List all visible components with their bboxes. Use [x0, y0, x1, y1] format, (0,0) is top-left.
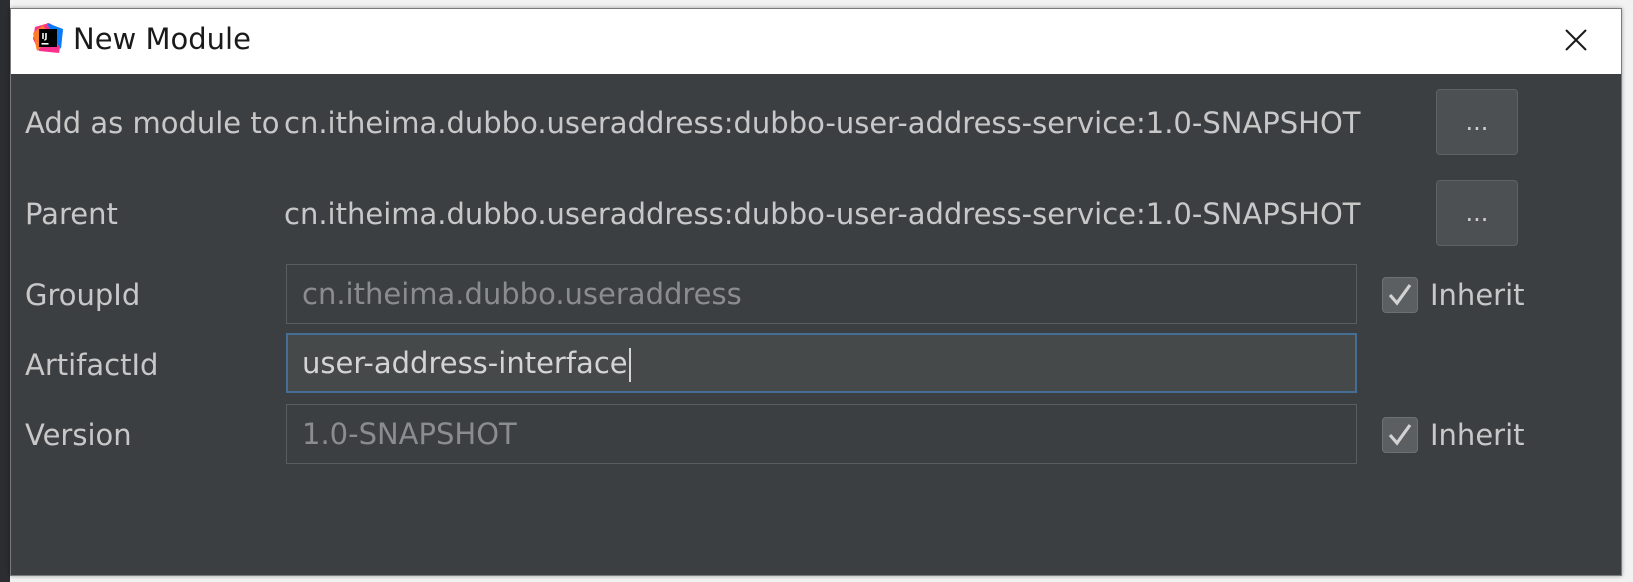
artifact-id-field[interactable]: user-address-interface	[286, 333, 1357, 393]
artifact-id-value: user-address-interface	[302, 346, 628, 380]
group-id-field[interactable]: cn.itheima.dubbo.useraddress	[286, 264, 1357, 324]
group-id-inherit-label: Inherit	[1430, 278, 1525, 312]
artifact-id-label: ArtifactId	[25, 348, 159, 382]
add-as-module-value: cn.itheima.dubbo.useraddress:dubbo-user-…	[284, 106, 1361, 140]
add-as-module-label: Add as module to	[25, 106, 280, 140]
close-button[interactable]	[1531, 9, 1621, 74]
version-inherit-checkbox[interactable]: Inherit	[1382, 415, 1525, 455]
version-label: Version	[25, 418, 132, 452]
checkbox-checked-icon	[1382, 277, 1418, 313]
parent-label: Parent	[25, 197, 118, 231]
svg-text:IJ: IJ	[42, 32, 48, 41]
parent-value: cn.itheima.dubbo.useraddress:dubbo-user-…	[284, 197, 1361, 231]
version-field[interactable]: 1.0-SNAPSHOT	[286, 404, 1357, 464]
intellij-idea-icon: IJ	[33, 23, 63, 53]
version-inherit-label: Inherit	[1430, 418, 1525, 452]
dialog-title: New Module	[73, 22, 251, 56]
close-icon	[1565, 28, 1587, 55]
new-module-dialog: IJ New Module Add as module to cn.itheim…	[10, 8, 1622, 576]
title-bar: IJ New Module	[11, 9, 1621, 74]
add-as-module-browse-button[interactable]: ...	[1436, 89, 1518, 155]
group-id-label: GroupId	[25, 278, 141, 312]
parent-browse-button[interactable]: ...	[1436, 180, 1518, 246]
group-id-inherit-checkbox[interactable]: Inherit	[1382, 275, 1525, 315]
checkbox-checked-icon	[1382, 417, 1418, 453]
text-caret	[628, 348, 631, 382]
background-window-edge	[0, 0, 10, 582]
